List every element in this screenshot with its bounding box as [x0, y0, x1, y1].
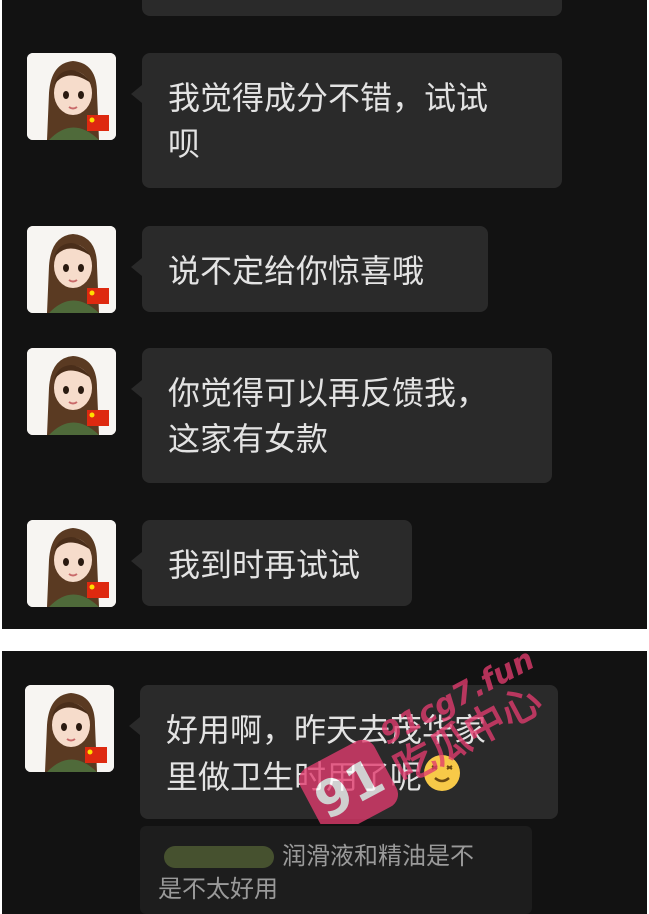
- avatar[interactable]: [27, 520, 116, 607]
- avatar-cartoon-girl: [27, 226, 116, 313]
- chat-panel-top: 我觉得成分不错，试试 呗 说不定给你惊喜哦 你觉得可以再反馈我， 这家有女款 我…: [2, 0, 647, 629]
- message-bubble[interactable]: 你觉得可以再反馈我， 这家有女款: [131, 348, 552, 483]
- china-flag-icon: [87, 288, 109, 304]
- avatar[interactable]: [27, 226, 116, 313]
- previous-message-bubble: [142, 0, 562, 16]
- message-bubble[interactable]: 我到时再试试: [131, 520, 412, 606]
- quoted-message[interactable]: 润滑液和精油是不 是不太好用: [140, 826, 532, 914]
- message-bubble[interactable]: 说不定给你惊喜哦: [131, 226, 488, 312]
- china-flag-icon: [87, 410, 109, 426]
- avatar[interactable]: [25, 685, 114, 772]
- message-bubble[interactable]: 好用啊，昨天去茂华家 里做卫生时用了呢: [129, 685, 558, 819]
- smiling-face-emoji: [422, 753, 462, 805]
- redacted-name: [164, 846, 274, 868]
- china-flag-icon: [85, 747, 107, 763]
- avatar-cartoon-girl: [25, 685, 114, 772]
- avatar[interactable]: [27, 348, 116, 435]
- china-flag-icon: [87, 115, 109, 131]
- china-flag-icon: [87, 582, 109, 598]
- avatar[interactable]: [27, 53, 116, 140]
- avatar-cartoon-girl: [27, 348, 116, 435]
- avatar-cartoon-girl: [27, 520, 116, 607]
- message-bubble[interactable]: 我觉得成分不错，试试 呗: [131, 53, 562, 188]
- avatar-cartoon-girl: [27, 53, 116, 140]
